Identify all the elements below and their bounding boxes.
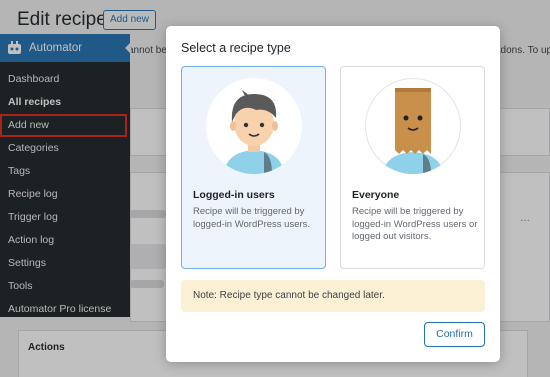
recipe-type-modal: Select a recipe type Logged-in users Rec… <box>166 26 500 362</box>
recipe-type-option-everyone[interactable]: Everyone Recipe will be triggered by log… <box>340 66 485 269</box>
modal-title: Select a recipe type <box>181 41 291 55</box>
card-description: Recipe will be triggered by logged-in Wo… <box>352 206 478 242</box>
card-title: Everyone <box>352 189 400 201</box>
recipe-type-option-logged-in[interactable]: Logged-in users Recipe will be triggered… <box>181 66 326 269</box>
recipe-type-note: Note: Recipe type cannot be changed late… <box>181 280 485 312</box>
paper-bag-head-icon <box>365 78 461 174</box>
confirm-button[interactable]: Confirm <box>424 322 485 347</box>
card-title: Logged-in users <box>193 189 275 201</box>
user-avatar-icon <box>206 78 302 174</box>
card-description: Recipe will be triggered by logged-in Wo… <box>193 206 311 230</box>
